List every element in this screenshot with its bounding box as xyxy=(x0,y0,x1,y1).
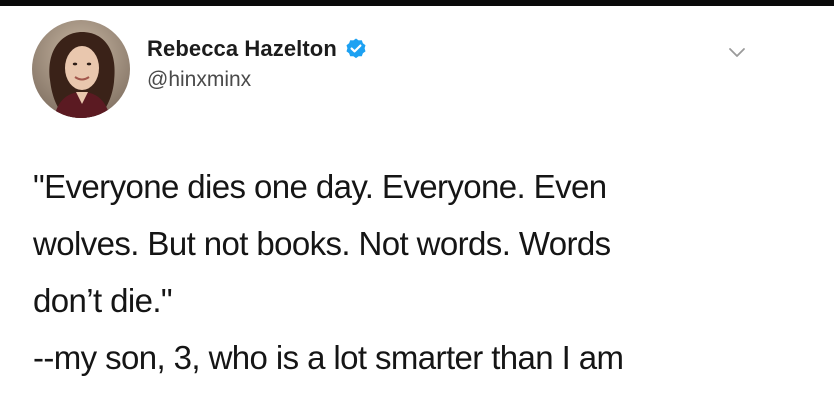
chevron-down-icon[interactable] xyxy=(727,46,747,60)
name-row: Rebecca Hazelton xyxy=(147,34,368,64)
tweet-text-line: --my son, 3, who is a lot smarter than I… xyxy=(33,339,624,376)
tweet-text-line: wolves. But not books. Not words. Words xyxy=(33,225,611,262)
tweet-text-line: don’t die." xyxy=(33,282,173,319)
tweet-body: "Everyone dies one day. Everyone. Even w… xyxy=(33,158,813,386)
tweet-header: Rebecca Hazelton @hinxminx xyxy=(147,34,368,92)
author-handle[interactable]: @hinxminx xyxy=(147,68,368,92)
verified-badge-icon xyxy=(344,37,368,61)
avatar-image xyxy=(32,20,130,118)
tweet-card: Rebecca Hazelton @hinxminx "Everyone die… xyxy=(0,6,834,406)
tweet-text-line: "Everyone dies one day. Everyone. Even xyxy=(33,168,607,205)
author-display-name[interactable]: Rebecca Hazelton xyxy=(147,36,337,62)
avatar[interactable] xyxy=(32,20,130,118)
